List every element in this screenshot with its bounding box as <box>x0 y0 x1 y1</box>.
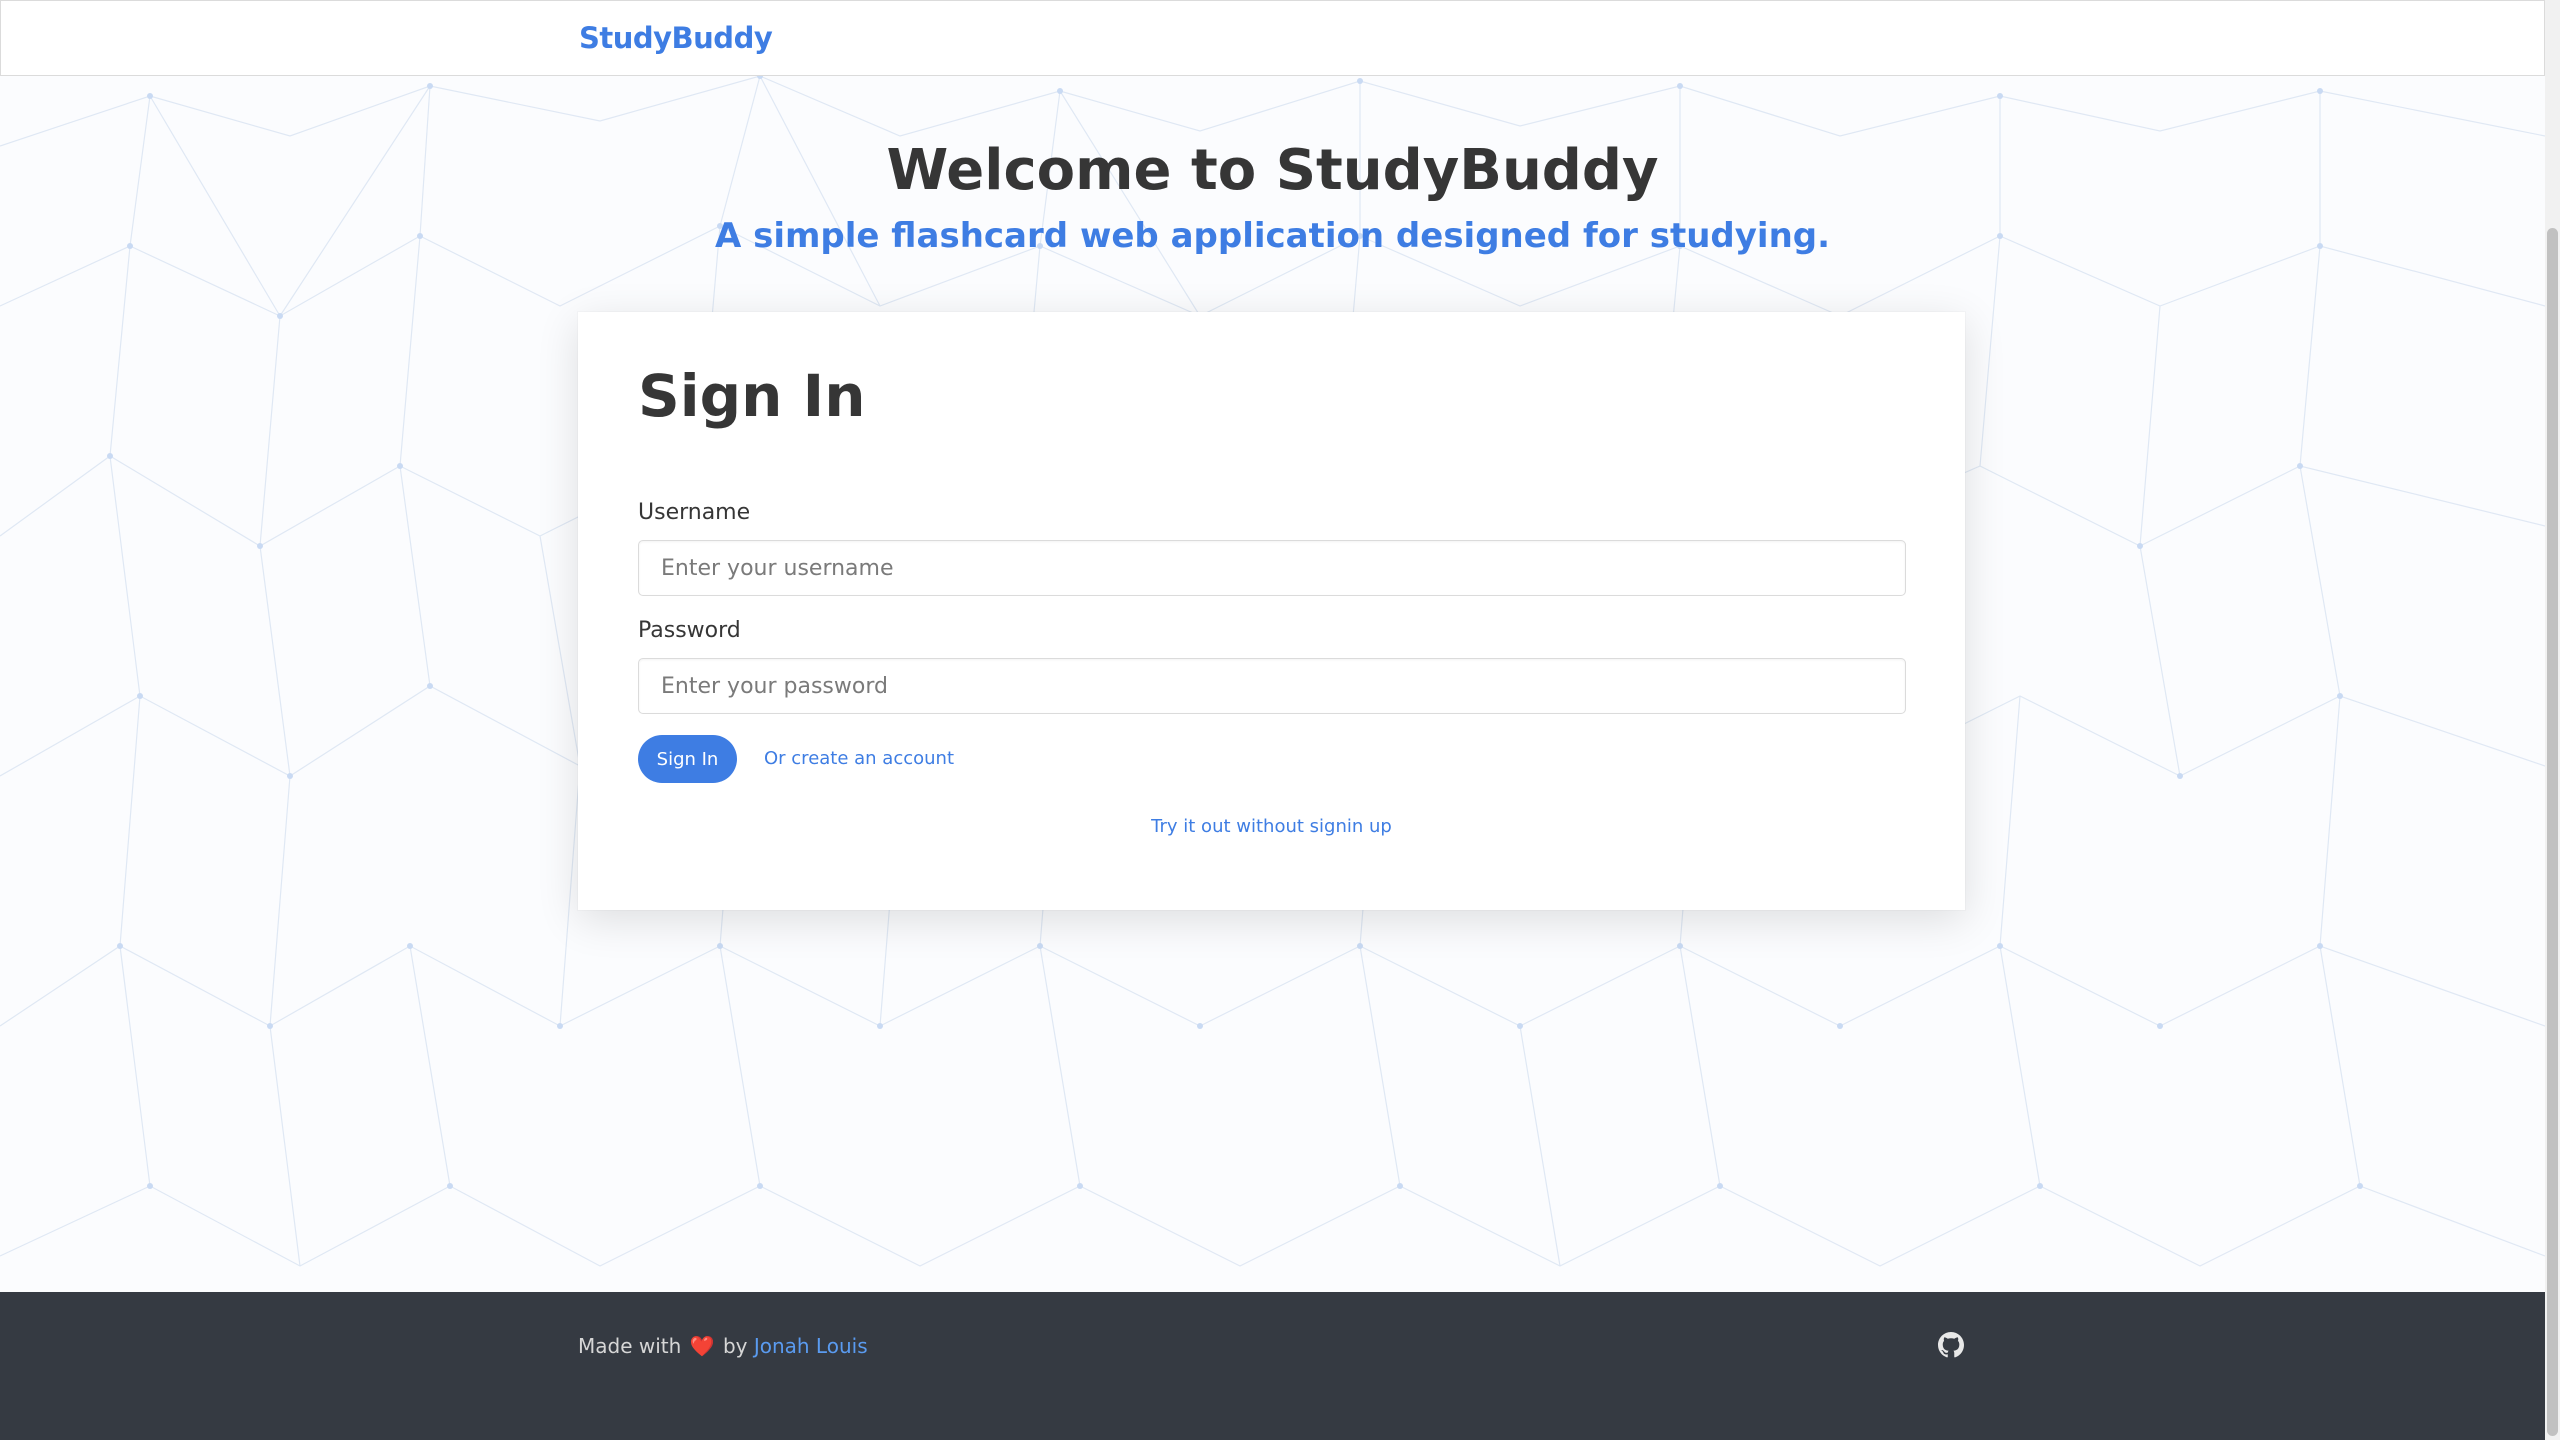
footer-made-with: Made with <box>578 1334 682 1358</box>
create-account-link[interactable]: Or create an account <box>764 748 954 769</box>
username-label: Username <box>638 500 751 525</box>
scrollbar-thumb[interactable] <box>2547 228 2558 1436</box>
signin-button[interactable]: Sign In <box>638 735 737 783</box>
github-icon[interactable] <box>1938 1332 1964 1358</box>
signin-card: Sign In Username Password Sign In Or cre… <box>578 312 1965 910</box>
hero: Welcome to StudyBuddy A simple flashcard… <box>0 130 2545 260</box>
try-without-signin-link[interactable]: Try it out without signin up <box>578 816 1965 837</box>
brand-logo-link[interactable]: StudyBuddy <box>579 21 773 55</box>
page-scrollbar[interactable] <box>2545 0 2560 1440</box>
author-link[interactable]: Jonah Louis <box>754 1334 868 1358</box>
navbar: StudyBuddy <box>0 0 2545 76</box>
signin-title: Sign In <box>638 362 866 430</box>
password-label: Password <box>638 618 741 643</box>
page: StudyBuddy Welcome to StudyBuddy A simpl… <box>0 0 2545 1440</box>
page-subtitle: A simple flashcard web application desig… <box>714 216 1831 256</box>
footer-by: by <box>722 1334 748 1358</box>
username-input[interactable] <box>638 540 1906 596</box>
footer: Made with ❤️ by Jonah Louis <box>0 1292 2545 1440</box>
footer-credit: Made with ❤️ by Jonah Louis <box>578 1334 868 1358</box>
page-title: Welcome to StudyBuddy <box>886 138 1659 203</box>
heart-icon: ❤️ <box>689 1334 715 1358</box>
password-input[interactable] <box>638 658 1906 714</box>
